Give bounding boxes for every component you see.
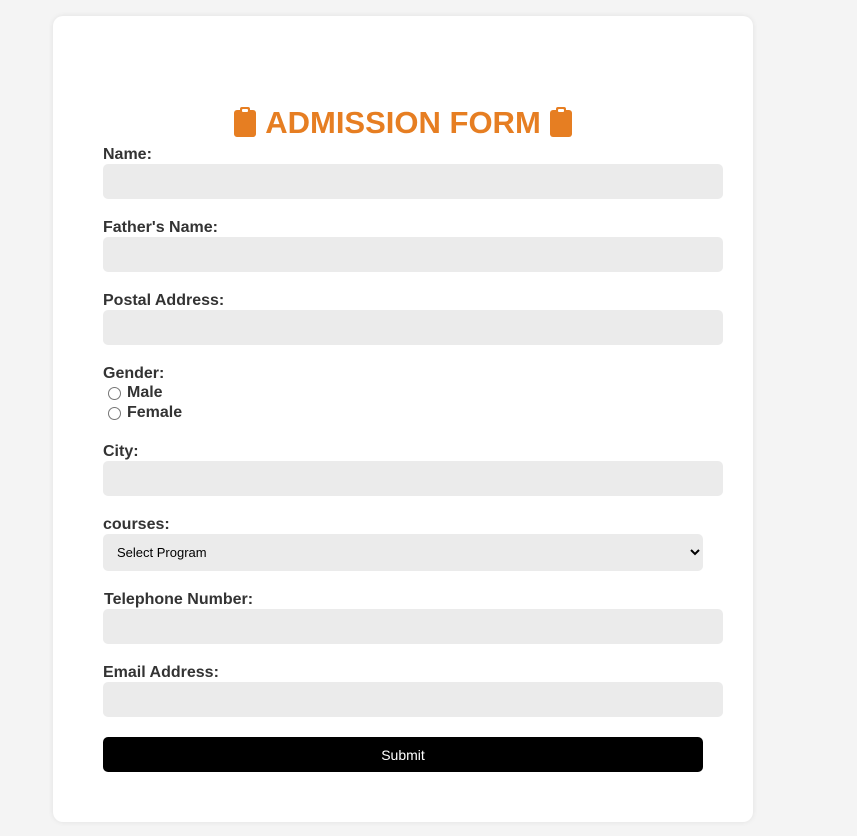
- city-label: City:: [103, 443, 139, 460]
- name-input[interactable]: [103, 164, 723, 199]
- gender-label: Gender:: [103, 365, 165, 382]
- gender-male-radio[interactable]: [108, 386, 121, 400]
- telephone-label: Telephone Number:: [104, 591, 254, 608]
- postal-address-label: Postal Address:: [103, 292, 225, 309]
- submit-button[interactable]: Submit: [103, 737, 703, 772]
- gender-option-male[interactable]: Male: [108, 383, 163, 403]
- form-title-text: ADMISSION FORM: [265, 104, 541, 140]
- email-input[interactable]: [103, 682, 723, 717]
- city-input[interactable]: [103, 461, 723, 496]
- courses-select[interactable]: Select Program: [103, 534, 703, 571]
- name-label: Name:: [103, 146, 152, 163]
- gender-male-label: Male: [127, 384, 163, 401]
- gender-female-radio[interactable]: [108, 406, 121, 420]
- gender-female-label: Female: [127, 404, 183, 421]
- clipboard-icon: [549, 107, 572, 137]
- admission-form-card: ADMISSION FORM Name: Father's Name: Post…: [53, 16, 753, 822]
- telephone-input[interactable]: [103, 609, 723, 644]
- gender-option-female[interactable]: Female: [108, 403, 182, 423]
- form-title: ADMISSION FORM: [53, 104, 753, 140]
- clipboard-icon: [234, 107, 257, 137]
- courses-label: courses:: [103, 516, 170, 533]
- email-label: Email Address:: [103, 664, 219, 681]
- father-name-input[interactable]: [103, 237, 723, 272]
- postal-address-input[interactable]: [103, 310, 723, 345]
- father-name-label: Father's Name:: [103, 219, 218, 236]
